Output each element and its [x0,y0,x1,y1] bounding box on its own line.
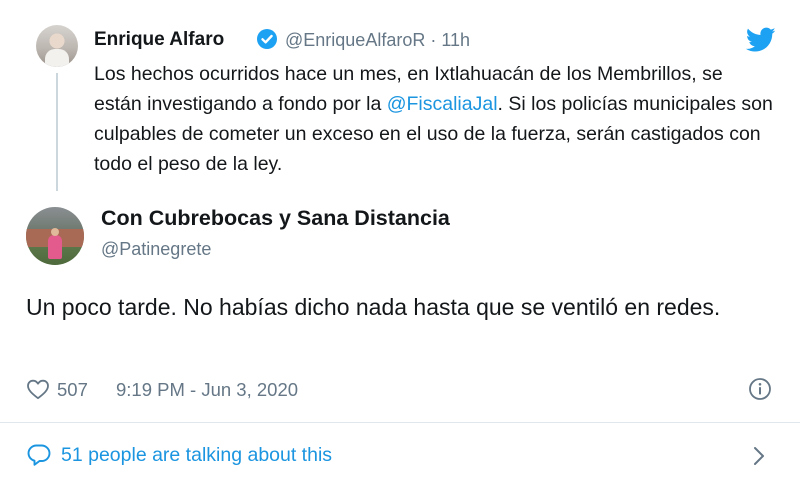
thread-connector-line [56,73,58,191]
parent-tweet-text: Los hechos ocurridos hace un mes, en Ixt… [94,59,774,179]
heart-icon[interactable] [26,378,50,400]
parent-author-name[interactable]: Enrique Alfaro [94,29,224,51]
parent-handle-time[interactable]: @EnriqueAlfaroR · 11h [285,30,470,51]
verified-badge-icon [257,29,277,49]
parent-time-ago[interactable]: 11h [441,30,470,50]
reply-author-name[interactable]: Con Cubrebocas y Sana Distancia [101,206,450,231]
reply-author-avatar[interactable] [26,207,84,265]
parent-author-avatar[interactable] [36,25,78,67]
speech-bubble-icon[interactable] [26,443,52,467]
like-count[interactable]: 507 [57,379,88,401]
twitter-logo-icon[interactable] [745,27,776,53]
parent-author-handle[interactable]: @EnriqueAlfaroR [285,30,425,50]
info-icon[interactable] [748,377,772,401]
reply-author-handle[interactable]: @Patinegrete [101,239,211,260]
reply-tweet-text: Un poco tarde. No habías dicho nada hast… [26,294,721,320]
handle-separator: · [430,30,437,50]
chevron-right-icon[interactable] [752,446,766,466]
tweet-timestamp[interactable]: 9:19 PM - Jun 3, 2020 [116,379,298,401]
conversation-link-label[interactable]: 51 people are talking about this [61,444,332,467]
mention-link[interactable]: @FiscaliaJal [387,93,498,115]
